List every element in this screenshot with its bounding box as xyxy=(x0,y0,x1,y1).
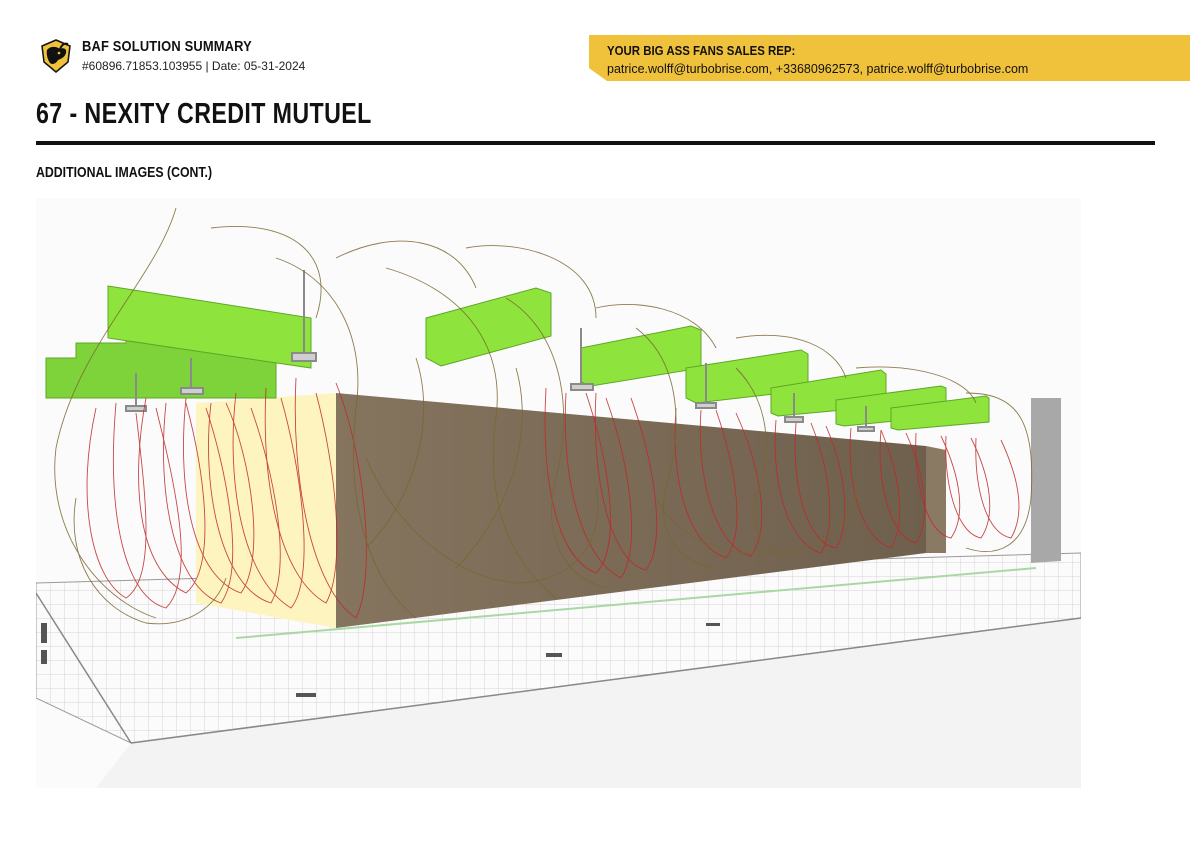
sales-rep-title: YOUR BIG ASS FANS SALES REP: xyxy=(607,43,796,58)
title-divider xyxy=(36,141,1155,145)
section-title: ADDITIONAL IMAGES (CONT.) xyxy=(36,164,213,181)
document-meta: #60896.71853.103955 | Date: 05-31-2024 xyxy=(82,59,306,73)
sales-rep-contact: patrice.wolff@turbobrise.com, +336809625… xyxy=(607,62,1029,76)
end-wall xyxy=(1031,398,1061,563)
baf-bull-logo-icon xyxy=(41,39,71,73)
side-wall-pale xyxy=(196,393,336,628)
document-title: BAF SOLUTION SUMMARY xyxy=(82,38,252,55)
airflow-simulation-image xyxy=(36,198,1081,788)
project-title: 67 - NEXITY CREDIT MUTUEL xyxy=(36,98,372,130)
